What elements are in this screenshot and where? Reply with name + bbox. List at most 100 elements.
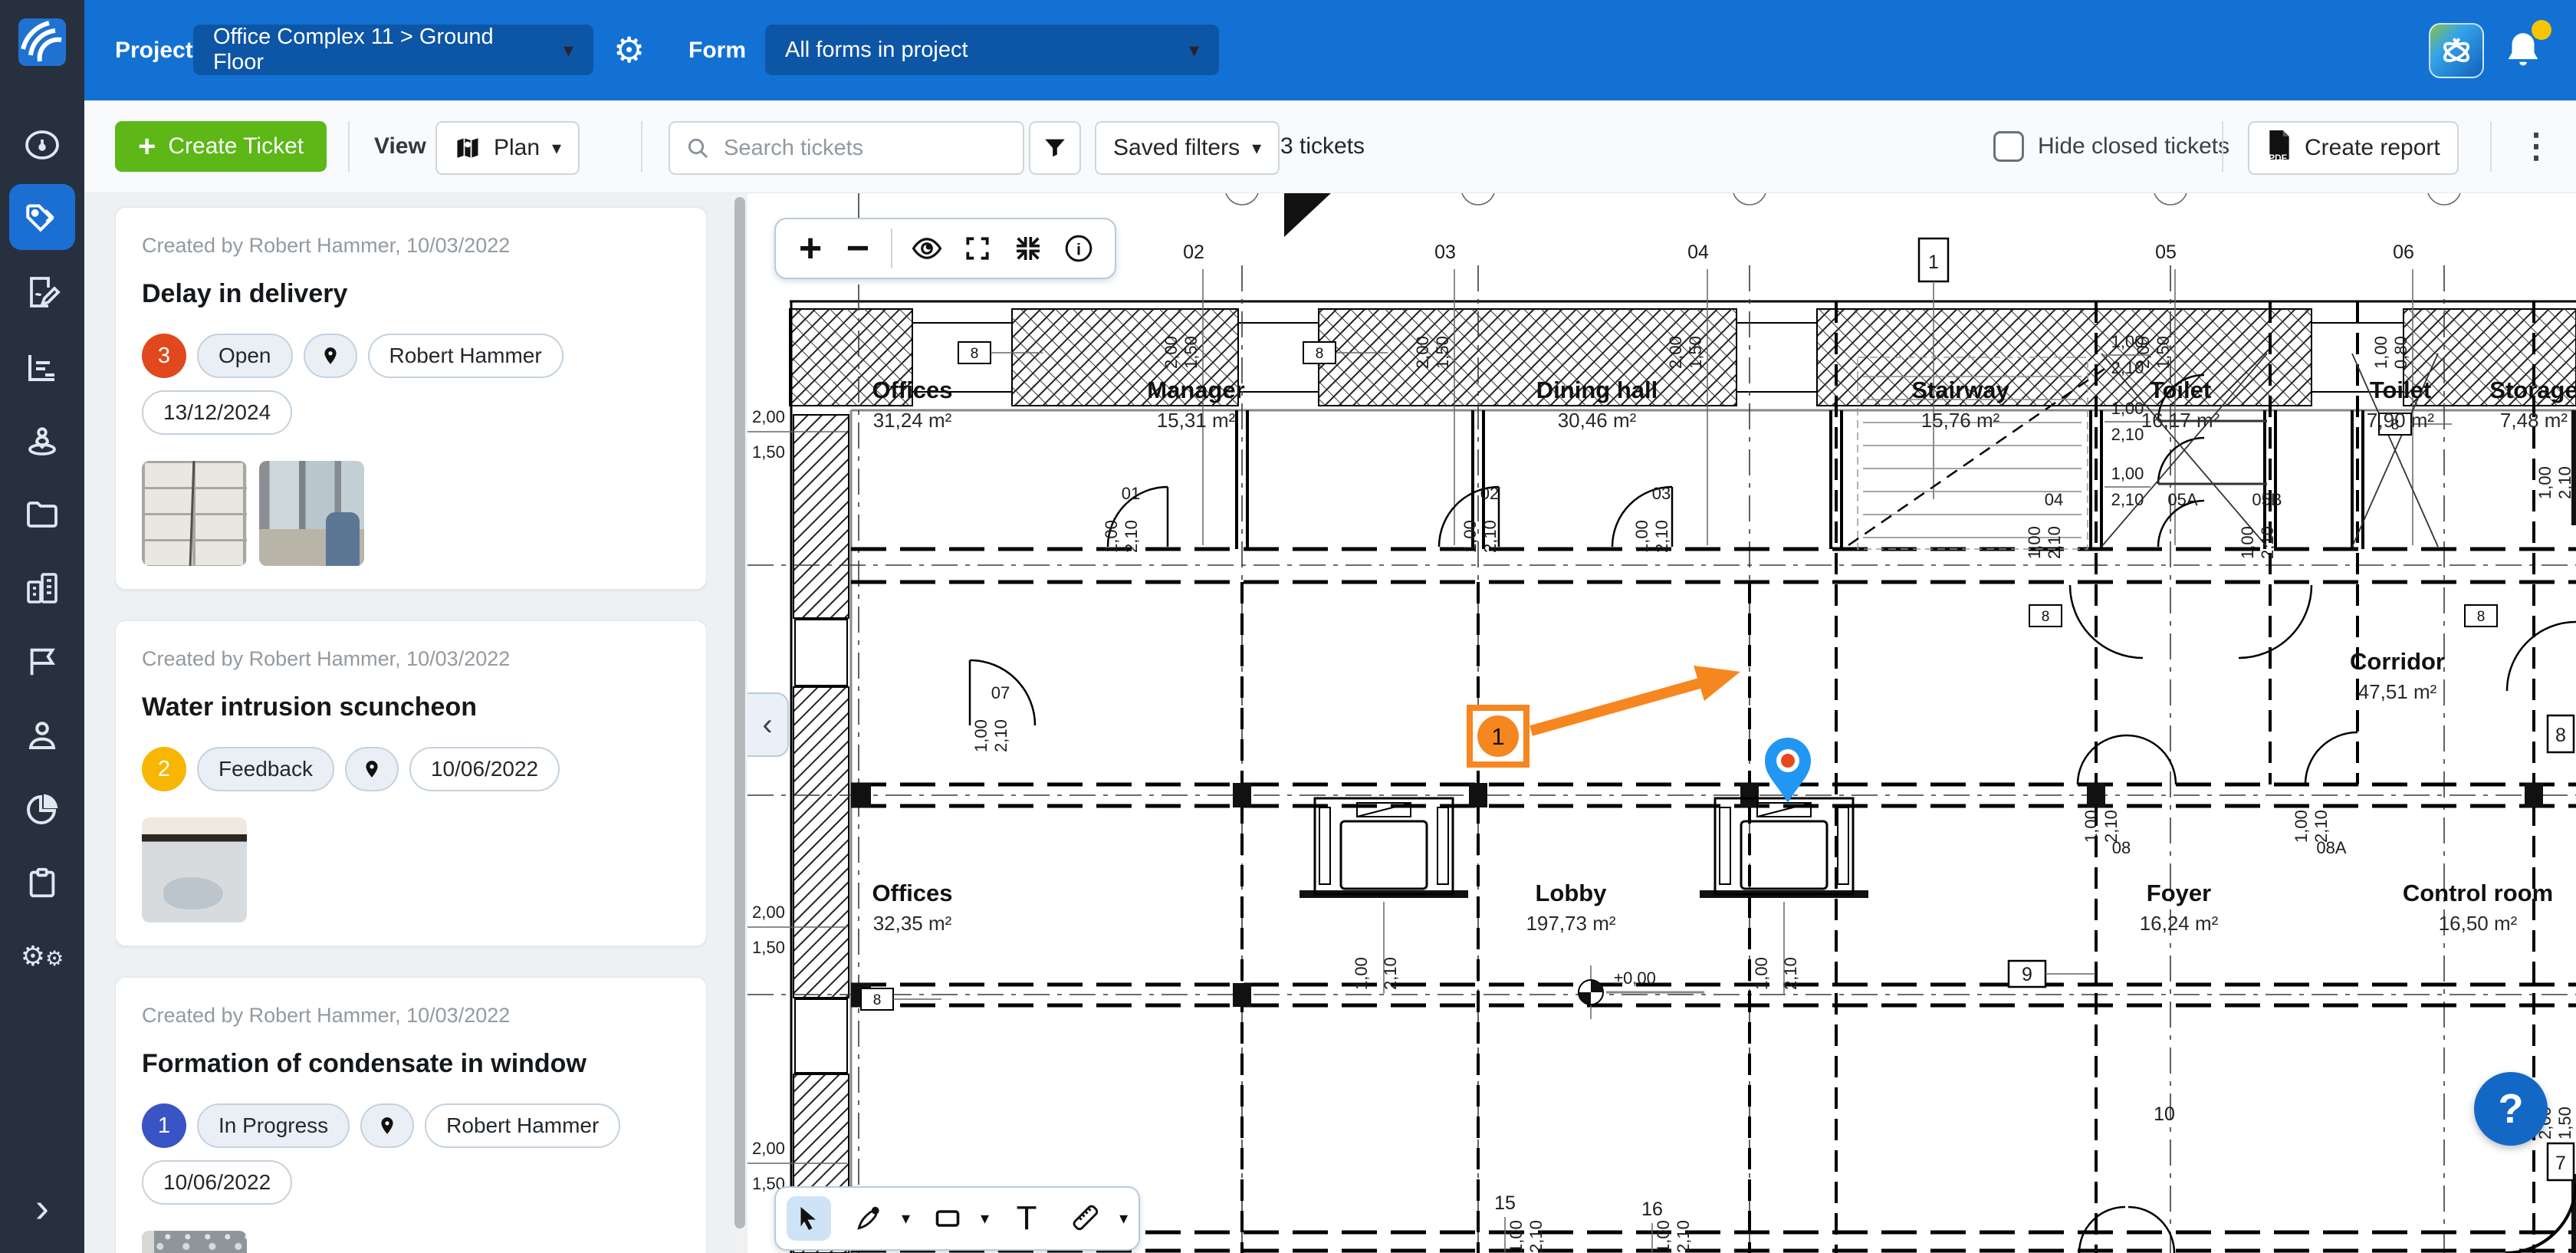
ticket-photo[interactable] [142,461,247,566]
svg-text:04: 04 [1687,242,1709,263]
svg-text:1,00: 1,00 [2111,399,2144,418]
sidebar-item-tasks[interactable] [0,850,84,916]
chevron-down-icon: ▾ [1189,38,1199,62]
form-edit-icon [24,274,61,311]
view-mode-selector[interactable]: Plan ▾ [435,121,580,175]
visibility-eye-button[interactable] [902,232,952,265]
ticket-count: 3 tickets [1280,100,1365,192]
ticket-title: Water intrusion scuncheon [142,692,680,722]
svg-text:1,00: 1,00 [2535,466,2555,499]
cursor-icon [795,1205,823,1232]
fullscreen-button[interactable] [952,234,1003,263]
svg-text:1: 1 [1491,723,1504,750]
project-selector[interactable]: Office Complex 11 > Ground Floor ▾ [193,25,593,75]
pen-tool-caret[interactable]: ▾ [902,1209,910,1228]
create-report-button[interactable]: PDF Create report [2248,121,2459,175]
list-scrollbar-thumb[interactable] [734,197,745,1228]
ticket-photo[interactable] [142,1231,247,1253]
svg-text:2,00: 2,00 [1666,336,1685,369]
ticket-created-meta: Created by Robert Hammer, 10/03/2022 [142,234,680,258]
svg-text:1,00: 1,00 [2111,464,2144,483]
text-tool[interactable]: T [1004,1196,1049,1241]
select-tool[interactable] [787,1196,831,1241]
create-ticket-button[interactable]: + Create Ticket [115,121,327,172]
svg-text:1,00: 1,00 [1460,520,1480,553]
sidebar-item-site-inspection[interactable] [0,408,84,474]
svg-text:8: 8 [2042,609,2050,625]
more-options-kebab[interactable]: ⋮ [2519,100,2553,192]
sidebar-item-projects[interactable] [0,555,84,621]
pen-tool[interactable] [846,1196,891,1241]
rectangle-tool-caret[interactable]: ▾ [981,1209,989,1228]
svg-text:Storage: Storage [2489,377,2576,403]
svg-text:8: 8 [873,992,882,1008]
search-box[interactable] [669,121,1024,175]
svg-text:15: 15 [1494,1192,1516,1214]
fullscreen-icon [963,234,992,263]
butterfly-logo-icon [2439,33,2474,68]
ticket-card[interactable]: Created by Robert Hammer, 10/03/2022 Wat… [115,620,707,946]
sidebar-item-tickets[interactable] [0,184,84,250]
question-mark-icon: ? [2499,1085,2524,1133]
svg-text:7: 7 [2555,1153,2566,1174]
svg-text:10: 10 [2154,1103,2175,1125]
zoom-in-button[interactable]: + [787,229,834,268]
annotation-marker[interactable]: 1 [1470,708,1526,765]
svg-text:9: 9 [2022,964,2032,985]
app-logo[interactable] [18,18,66,70]
sidebar-item-forms[interactable] [0,259,84,325]
status-badge: Open [197,334,293,378]
info-button[interactable]: i [1053,233,1104,264]
svg-text:16,24 m²: 16,24 m² [2140,912,2219,935]
clipboard-icon [25,865,60,900]
ticket-location-pin[interactable] [1765,738,1811,803]
search-input[interactable] [722,135,986,162]
sidebar-item-contacts[interactable] [0,702,84,768]
tickets-toolbar: + Create Ticket View Plan ▾ Saved filter… [84,100,2576,193]
left-wall-hatch [794,415,849,1253]
doors [970,375,2576,1253]
form-selector[interactable]: All forms in project ▾ [765,25,1219,75]
svg-text:±0,00: ±0,00 [1614,969,1656,988]
hide-closed-toggle[interactable]: Hide closed tickets [1993,121,2229,172]
sidebar-item-analytics[interactable] [0,776,84,842]
ticket-card[interactable]: Created by Robert Hammer, 10/03/2022 Del… [115,207,707,590]
saved-filters-selector[interactable]: Saved filters ▾ [1095,121,1280,175]
svg-text:2,00: 2,00 [752,407,785,426]
app-switcher-icon[interactable] [2429,23,2484,78]
annotation-arrow[interactable] [1531,666,1740,731]
content-area: Created by Robert Hammer, 10/03/2022 Del… [84,192,2576,1253]
fit-view-button[interactable] [1003,233,1053,264]
project-settings-gear-icon[interactable]: ⚙ [613,0,645,100]
svg-text:2,10: 2,10 [991,719,1010,752]
hide-closed-checkbox[interactable] [1993,131,2024,162]
dashboard-gauge-icon [24,127,61,163]
ticket-card[interactable]: Created by Robert Hammer, 10/03/2022 For… [115,977,707,1253]
rectangle-tool[interactable] [925,1196,970,1241]
collapse-list-button[interactable]: ‹ [748,692,789,757]
ticket-photo[interactable] [259,461,364,566]
svg-text:2,10: 2,10 [1781,957,1800,990]
bar-chart-icon [24,349,61,386]
plan-canvas[interactable]: 02 03 04 05 06 2,00 1,50 2,00 1,50 2,00 … [748,192,2576,1253]
sidebar-item-documents[interactable] [0,482,84,548]
svg-text:0,80: 0,80 [2391,336,2410,369]
sidebar-item-statistics[interactable] [0,334,84,400]
sidebar-item-settings[interactable]: ⚙⚙ [0,923,84,989]
ruler-tool[interactable] [1064,1196,1109,1241]
sidebar-item-flags[interactable] [0,629,84,695]
filter-button[interactable] [1029,121,1081,175]
sidebar-expand-button[interactable]: › [0,1175,84,1241]
logo-icon [18,18,66,66]
svg-text:2,10: 2,10 [1381,957,1400,990]
zoom-out-button[interactable]: − [834,229,882,268]
svg-text:2,10: 2,10 [1652,520,1671,553]
help-button[interactable]: ? [2474,1072,2548,1146]
sidebar-item-dashboard[interactable] [0,112,84,178]
person-pin-icon [24,423,61,459]
ticket-photo[interactable] [142,817,247,922]
notifications-bell[interactable] [2501,28,2545,76]
buildings-icon [24,570,61,607]
ruler-tool-caret[interactable]: ▾ [1119,1209,1128,1228]
filter-funnel-icon [1042,135,1068,161]
